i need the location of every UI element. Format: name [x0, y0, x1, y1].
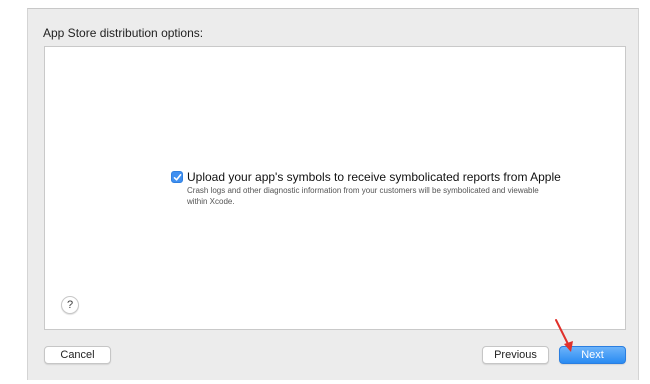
red-arrow-icon: [555, 319, 573, 352]
upload-symbols-description: Crash logs and other diagnostic informat…: [187, 186, 539, 206]
question-mark-icon: ?: [66, 299, 74, 311]
section-title: App Store distribution options:: [43, 26, 204, 40]
previous-button[interactable]: Previous: [482, 346, 549, 364]
help-button[interactable]: ?: [61, 296, 79, 314]
upload-symbols-checkbox[interactable]: [171, 171, 183, 183]
upload-symbols-label[interactable]: Upload your app's symbols to receive sym…: [187, 170, 561, 184]
checkmark-icon: [173, 174, 182, 181]
cancel-button[interactable]: Cancel: [44, 346, 111, 364]
